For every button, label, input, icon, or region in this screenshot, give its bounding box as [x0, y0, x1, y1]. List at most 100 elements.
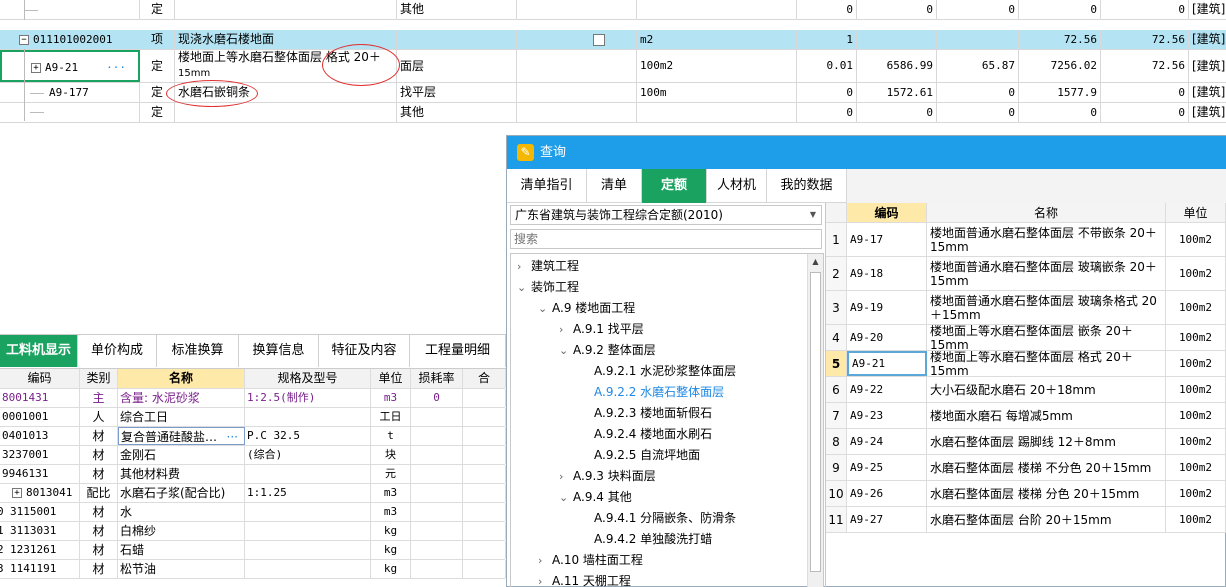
dialog-tab[interactable]: 人材机: [707, 169, 767, 203]
material-total[interactable]: [463, 408, 506, 426]
p3-cell[interactable]: 7256.02: [1019, 50, 1101, 82]
material-header[interactable]: 类别: [80, 369, 118, 388]
material-total[interactable]: [463, 560, 506, 578]
p1-cell[interactable]: 1572.61: [857, 83, 937, 102]
result-name[interactable]: 大小石级配水磨石 20＋18mm: [927, 377, 1166, 402]
code-cell[interactable]: −011101002001: [0, 30, 140, 49]
tree-node[interactable]: A.9.2.4 楼地面水刷石: [580, 424, 712, 444]
type-cell[interactable]: 定: [140, 0, 175, 19]
material-total[interactable]: [463, 541, 506, 559]
material-loss[interactable]: [411, 427, 463, 445]
result-row[interactable]: 9 A9-25 水磨石整体面层 楼梯 不分色 20＋15mm 100m2: [826, 455, 1226, 481]
material-spec[interactable]: P.C 32.5: [245, 427, 371, 445]
material-unit[interactable]: m3: [371, 484, 411, 502]
material-header[interactable]: 单位: [371, 369, 411, 388]
tree-node[interactable]: ⌄ A.9.4 其他: [559, 487, 632, 507]
chevron-icon[interactable]: ⌄: [559, 488, 573, 508]
profession-cell[interactable]: [建筑]: [1189, 30, 1226, 49]
unit-cell[interactable]: [637, 103, 797, 122]
checkbox-cell[interactable]: [517, 83, 637, 102]
material-loss[interactable]: 0: [411, 389, 463, 407]
material-code[interactable]: 0 3115001: [0, 503, 80, 521]
material-tab[interactable]: 标准换算: [157, 335, 239, 367]
qty-cell[interactable]: 0: [797, 0, 857, 19]
more-button[interactable]: ···: [227, 428, 238, 444]
material-name[interactable]: 石蜡: [118, 541, 245, 559]
result-row[interactable]: 2 A9-18 楼地面普通水磨石整体面层 玻璃嵌条 20＋15mm 100m2: [826, 257, 1226, 291]
checkbox-cell[interactable]: [517, 30, 637, 49]
material-tab[interactable]: 特征及内容: [319, 335, 410, 367]
expand-icon[interactable]: +: [31, 63, 41, 73]
search-input[interactable]: [510, 229, 822, 249]
tree-node[interactable]: › A.10 墙柱面工程: [538, 550, 643, 570]
result-code[interactable]: A9-26: [847, 481, 927, 506]
material-total[interactable]: [463, 446, 506, 464]
result-name[interactable]: 楼地面上等水磨石整体面层 格式 20＋15mm: [927, 351, 1166, 376]
material-name[interactable]: 水: [118, 503, 245, 521]
results-header[interactable]: 名称: [927, 203, 1166, 222]
qty-cell[interactable]: 0.01: [797, 50, 857, 82]
code-cell[interactable]: A9-177: [0, 83, 140, 102]
chevron-icon[interactable]: ⌄: [538, 299, 552, 319]
material-loss[interactable]: [411, 560, 463, 578]
material-row[interactable]: 8001431 主含量: 水泥砂浆 1:2.5(制作) m3 0: [0, 389, 506, 408]
dialog-tab[interactable]: 清单指引: [507, 169, 587, 203]
material-unit[interactable]: 块: [371, 446, 411, 464]
p2-cell[interactable]: 65.87: [937, 50, 1019, 82]
material-header[interactable]: 名称: [118, 369, 245, 388]
material-type[interactable]: 材: [80, 541, 118, 559]
result-unit[interactable]: 100m2: [1166, 403, 1226, 428]
material-header[interactable]: 损耗率: [411, 369, 463, 388]
p3-cell[interactable]: 0: [1019, 0, 1101, 19]
qty-cell[interactable]: 1: [797, 30, 857, 49]
result-row[interactable]: 3 A9-19 楼地面普通水磨石整体面层 玻璃条格式 20＋15mm 100m2: [826, 291, 1226, 325]
result-row[interactable]: 11 A9-27 水磨石整体面层 台阶 20＋15mm 100m2: [826, 507, 1226, 533]
p3-cell[interactable]: 72.56: [1019, 30, 1101, 49]
unit-cell[interactable]: m2: [637, 30, 797, 49]
profession-cell[interactable]: [建筑]: [1189, 0, 1226, 19]
result-name[interactable]: 水磨石整体面层 踢脚线 12＋8mm: [927, 429, 1166, 454]
result-name[interactable]: 水磨石整体面层 楼梯 分色 20＋15mm: [927, 481, 1166, 506]
spec-cell[interactable]: 其他: [397, 0, 517, 19]
results-header[interactable]: 编码: [847, 203, 927, 222]
tree-node[interactable]: › 建筑工程: [517, 256, 579, 276]
material-header[interactable]: 编码: [0, 369, 80, 388]
material-spec[interactable]: 1:2.5(制作): [245, 389, 371, 407]
material-total[interactable]: [463, 389, 506, 407]
material-total[interactable]: [463, 465, 506, 483]
chevron-icon[interactable]: ›: [559, 467, 573, 487]
tree-node[interactable]: › A.9.1 找平层: [559, 319, 644, 339]
p1-cell[interactable]: 0: [857, 0, 937, 19]
result-unit[interactable]: 100m2: [1166, 325, 1226, 350]
material-unit[interactable]: kg: [371, 541, 411, 559]
result-unit[interactable]: 100m2: [1166, 507, 1226, 532]
material-spec[interactable]: [245, 503, 371, 521]
material-row[interactable]: 0401013 材复合普通硅酸盐… ··· P.C 32.5 t: [0, 427, 506, 446]
table-row[interactable]: −011101002001 项现浇水磨石楼地面 m2 1 72.56 72.56 [建筑]: [0, 30, 1226, 50]
material-row[interactable]: 1 3113031 材白棉纱 kg: [0, 522, 506, 541]
material-header[interactable]: 规格及型号: [245, 369, 371, 388]
result-code[interactable]: A9-19: [847, 291, 927, 324]
result-name[interactable]: 楼地面水磨石 每增减5mm: [927, 403, 1166, 428]
result-row[interactable]: 1 A9-17 楼地面普通水磨石整体面层 不带嵌条 20＋15mm 100m2: [826, 223, 1226, 257]
material-name[interactable]: 综合工日: [118, 408, 245, 426]
spec-cell[interactable]: 面层: [397, 50, 517, 82]
tree-node[interactable]: › A.11 天棚工程: [538, 571, 631, 587]
result-row[interactable]: 7 A9-23 楼地面水磨石 每增减5mm 100m2: [826, 403, 1226, 429]
tree-node[interactable]: › A.9.3 块料面层: [559, 466, 656, 486]
result-code[interactable]: A9-25: [847, 455, 927, 480]
material-name[interactable]: 其他材料费: [118, 465, 245, 483]
result-code[interactable]: A9-22: [847, 377, 927, 402]
material-row[interactable]: 3 1141191 材松节油 kg: [0, 560, 506, 579]
result-unit[interactable]: 100m2: [1166, 223, 1226, 256]
p4-cell[interactable]: 72.56: [1101, 50, 1189, 82]
profession-cell[interactable]: [建筑]: [1189, 50, 1226, 82]
material-row[interactable]: 9946131 材其他材料费 元: [0, 465, 506, 484]
material-type[interactable]: 配比: [80, 484, 118, 502]
library-select[interactable]: 广东省建筑与装饰工程综合定额(2010) ▼: [510, 205, 822, 225]
dialog-tab[interactable]: 我的数据: [767, 169, 847, 203]
material-type[interactable]: 材: [80, 465, 118, 483]
table-row[interactable]: + A9-21 ··· 定楼地面上等水磨石整体面层 格式 20＋ 15mm 面层 100m2…: [0, 50, 1226, 83]
dialog-tab[interactable]: 定额: [642, 169, 707, 203]
tree-node[interactable]: ⌄ A.9.2 整体面层: [559, 340, 656, 360]
